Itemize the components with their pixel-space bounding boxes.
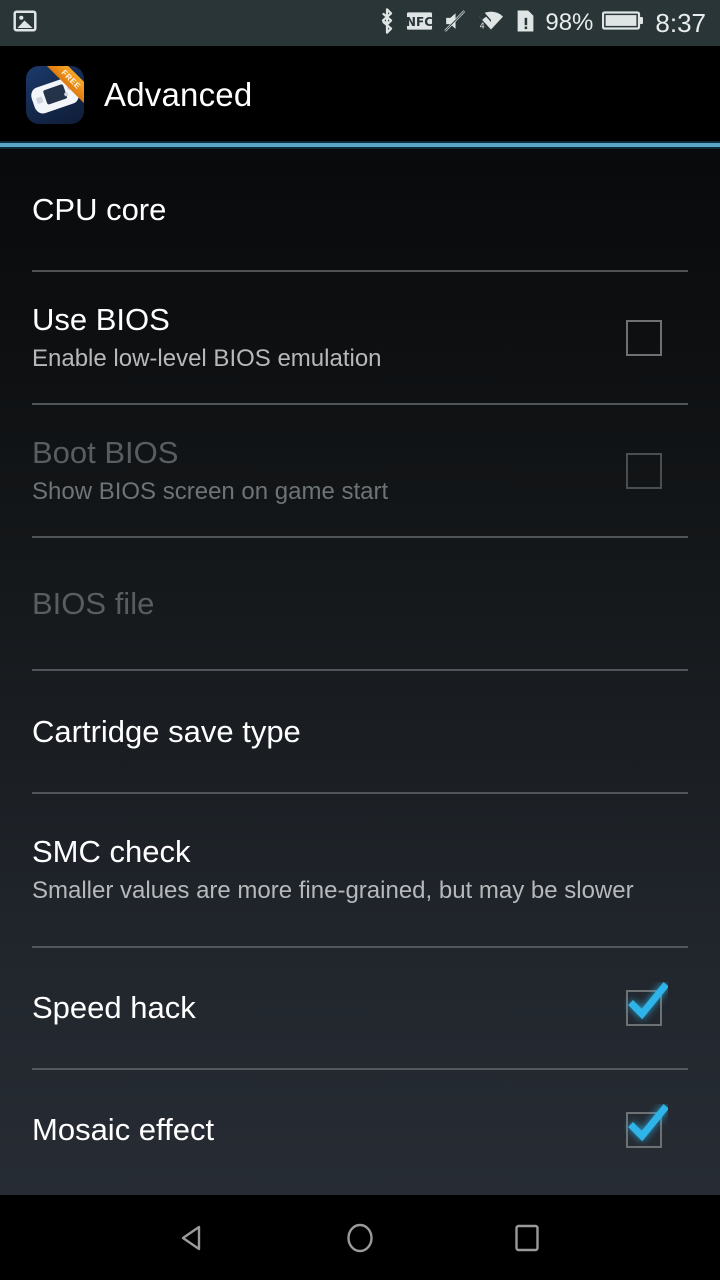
setting-summary: Smaller values are more fine-grained, bu… (32, 877, 634, 904)
setting-row-boot-bios[interactable]: Boot BIOS Show BIOS screen on game start (0, 405, 720, 536)
row-text: Speed hack (32, 989, 598, 1027)
row-text: BIOS file (32, 585, 688, 623)
checkmark-icon (628, 982, 668, 1020)
svg-text:4: 4 (480, 22, 485, 31)
setting-row-smc-check[interactable]: SMC check Smaller values are more fine-gr… (0, 794, 720, 946)
app-icon-gba-emulator: FREE (26, 65, 84, 124)
navigation-bar (0, 1195, 720, 1280)
phone-screen: NFC 4 98% 8:37 FREE Advanced CPU core Us… (0, 0, 720, 1280)
page-title: Advanced (104, 75, 253, 113)
setting-row-mosaic-effect[interactable]: Mosaic effect (0, 1070, 720, 1190)
setting-row-speed-hack[interactable]: Speed hack (0, 948, 720, 1068)
status-bar: NFC 4 98% 8:37 (0, 0, 720, 46)
row-text: SMC check Smaller values are more fine-gr… (32, 833, 688, 907)
setting-row-use-bios[interactable]: Use BIOS Enable low-level BIOS emulation (0, 272, 720, 403)
row-text: Mosaic effect (32, 1111, 598, 1149)
sim-card-alert-icon (515, 8, 536, 39)
silent-mute-icon (442, 8, 467, 39)
setting-title: Speed hack (32, 990, 196, 1025)
setting-summary: Show BIOS screen on game start (32, 477, 389, 505)
home-icon[interactable] (318, 1208, 402, 1268)
action-bar: FREE Advanced (0, 46, 720, 143)
checkbox-mosaic-effect[interactable] (616, 1102, 672, 1158)
battery-icon (602, 9, 644, 37)
setting-title: Boot BIOS (32, 434, 179, 470)
checkbox-use-bios[interactable] (616, 310, 672, 366)
section-title: CPU core (32, 191, 167, 227)
checkmark-icon (628, 1104, 668, 1142)
checkbox-speed-hack[interactable] (616, 980, 672, 1036)
row-text: Boot BIOS Show BIOS screen on game start (32, 434, 598, 508)
row-text: Cartridge save type (32, 714, 688, 750)
section-header-cartridge-save-type: Cartridge save type (0, 671, 720, 792)
section-header-cpu-core: CPU core (0, 149, 720, 270)
accent-line (0, 143, 720, 147)
gba-button-b-shape (63, 91, 69, 97)
recents-icon[interactable] (485, 1208, 569, 1268)
setting-title: SMC check (32, 834, 191, 869)
back-icon[interactable] (151, 1208, 235, 1268)
setting-summary: Enable low-level BIOS emulation (32, 344, 382, 372)
settings-list[interactable]: CPU core Use BIOS Enable low-level BIOS em… (0, 149, 720, 1195)
screenshot-image-icon (12, 8, 38, 39)
setting-title: Mosaic effect (32, 1112, 215, 1147)
setting-row-bios-file[interactable]: BIOS file (0, 538, 720, 669)
svg-text:NFC: NFC (406, 14, 433, 28)
status-bar-clock: 8:37 (655, 8, 706, 38)
gba-dpad-shape (35, 95, 44, 104)
bluetooth-icon (377, 7, 397, 40)
battery-percent-label: 98% (545, 9, 594, 36)
checkbox-box (626, 452, 662, 489)
row-text: Use BIOS Enable low-level BIOS emulation (32, 301, 598, 375)
row-text: CPU core (32, 192, 688, 228)
status-bar-system-icons: NFC 4 98% 8:37 (377, 7, 706, 40)
checkbox-box (626, 319, 662, 356)
action-bar-accent-divider (0, 141, 720, 149)
checkbox-boot-bios[interactable] (616, 443, 672, 499)
setting-title: BIOS file (32, 585, 155, 621)
setting-title: Use BIOS (32, 301, 170, 337)
nfc-icon: NFC (406, 9, 434, 38)
status-bar-notifications (12, 8, 38, 39)
wifi-icon: 4 (476, 8, 506, 38)
section-title: Cartridge save type (32, 713, 301, 749)
